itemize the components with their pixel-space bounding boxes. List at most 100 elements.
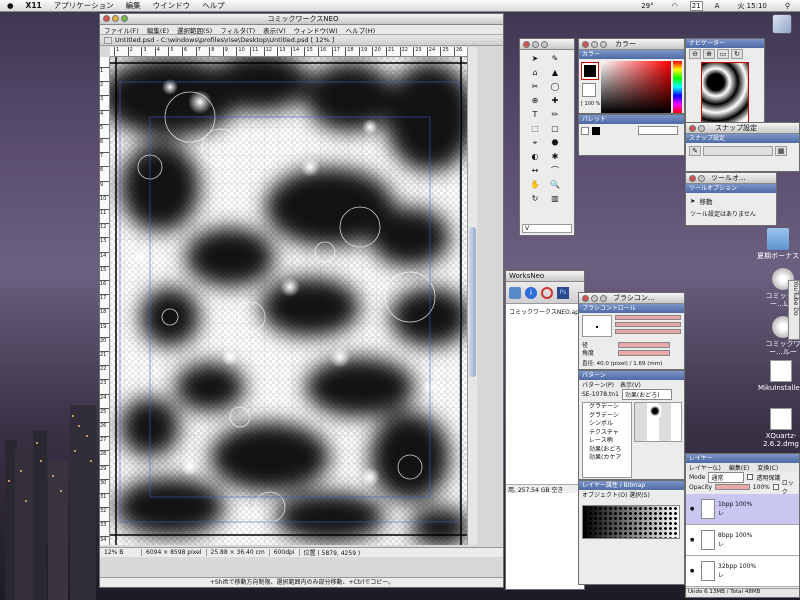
fit-icon[interactable]: ▭ (717, 48, 729, 59)
objects-header[interactable]: レイヤー属性 / Bitmap (579, 481, 684, 490)
pattern-list-item[interactable]: レース柄 (589, 437, 631, 446)
tool-button-icon[interactable]: ↔ (528, 165, 542, 176)
tool-button-icon[interactable]: ⊕ (528, 95, 542, 106)
desktop-file-mikuinstaller[interactable]: MikuInstaller-...dmg (758, 360, 800, 392)
close-button[interactable] (582, 294, 589, 302)
layer-row[interactable]: ● 8bpp 100% レ (686, 525, 799, 556)
background-color-swatch[interactable] (582, 83, 596, 97)
brush-slider-1[interactable] (615, 315, 681, 320)
ps-icon[interactable]: Ps (557, 286, 569, 299)
document-titlebar[interactable]: Untitled.psd - C:\windows\profiles\rise\… (100, 35, 503, 46)
tool-button-icon[interactable]: ✂ (528, 81, 542, 92)
brush-titlebar[interactable]: ブラシコン... (579, 293, 684, 304)
artwork-canvas[interactable] (110, 57, 467, 545)
tool-button-icon[interactable]: ✚ (548, 95, 562, 106)
tool-button-icon[interactable]: ✋ (528, 179, 542, 190)
vertical-scrollbar[interactable] (467, 47, 477, 545)
brush-slider-3[interactable] (615, 329, 681, 334)
angle-slider[interactable] (618, 349, 671, 356)
pattern-list-item[interactable]: シンボル (589, 420, 631, 429)
rotate-icon[interactable]: ↻ (731, 48, 743, 59)
pattern-list-item[interactable]: グラデーシ (589, 412, 631, 421)
navigator-header[interactable]: ナビゲーター (686, 39, 764, 48)
menu-view[interactable]: 表示(V) (259, 25, 290, 35)
menu-window[interactable]: ウィンドウ(W) (290, 25, 342, 35)
layer-mode-select[interactable]: 通常 (708, 471, 745, 483)
input-method[interactable]: A (709, 2, 726, 10)
layer-visibility-icon[interactable]: ● (690, 537, 698, 543)
menu-edit[interactable]: 編集(E) (143, 25, 173, 35)
pattern-list-item[interactable]: テクスチャ (589, 429, 631, 438)
layer-visibility-icon[interactable]: ● (690, 568, 698, 574)
finder-file-item[interactable]: コミックワークスNEO.app (506, 304, 584, 319)
tool-button-icon[interactable]: ✎ (548, 53, 562, 64)
menu-item-edit[interactable]: 編集 (120, 0, 147, 11)
tool-button-icon[interactable]: ⌂ (528, 67, 542, 78)
layer-visibility-icon[interactable]: ● (690, 506, 698, 512)
pattern-header[interactable]: パターン (579, 371, 684, 380)
tool-button-icon[interactable]: ⬚ (528, 123, 542, 134)
wifi-icon[interactable]: ◠ (666, 2, 684, 10)
navigator-preview[interactable] (701, 62, 749, 128)
close-button[interactable] (523, 40, 530, 48)
folder-icon[interactable] (509, 286, 521, 299)
tool-button-icon[interactable]: ⌒ (548, 165, 562, 176)
calendar-badge[interactable]: 21 (689, 1, 703, 11)
tools-titlebar[interactable] (520, 39, 574, 50)
vertical-scroll-thumb[interactable] (469, 227, 476, 377)
side-window-edge[interactable]: YouTube Do (788, 280, 800, 340)
canvas-area[interactable] (110, 57, 467, 545)
layer-header[interactable]: レイヤー (686, 454, 799, 463)
menu-help[interactable]: ヘルプ(H) (342, 25, 379, 35)
tool-button-icon[interactable]: ✏ (548, 109, 562, 120)
pattern-menu-pattern[interactable]: パターン(P) (582, 380, 614, 389)
menu-select[interactable]: 選択範囲(S) (173, 25, 216, 35)
layer-row[interactable]: ● 32bpp 100% レ (686, 556, 799, 587)
clock[interactable]: 火 15:10 (731, 1, 772, 11)
palette-select[interactable] (638, 126, 678, 135)
menu-item-applications[interactable]: アプリケーション (48, 0, 120, 11)
hue-slider[interactable] (673, 61, 682, 113)
close-button[interactable] (582, 40, 589, 48)
snap-grid-icon[interactable]: ▦ (775, 146, 787, 156)
apple-menu-icon[interactable]: ● (0, 1, 20, 10)
spotlight-icon[interactable]: ⚲ (779, 2, 796, 10)
lock-checkbox[interactable] (772, 484, 779, 490)
tool-button-icon[interactable]: ◐ (528, 151, 542, 162)
app-menu[interactable]: X11 (20, 1, 48, 10)
pattern-list-item[interactable]: 効果(おどろ (589, 446, 631, 455)
minimize-button[interactable] (112, 14, 119, 22)
tool-button-icon[interactable]: ⬣ (548, 137, 562, 148)
foreground-color-swatch[interactable] (581, 62, 599, 80)
close-button[interactable] (103, 14, 110, 22)
zoom-out-icon[interactable]: ⊖ (689, 48, 701, 59)
color-titlebar[interactable]: カラー (579, 39, 684, 50)
tool-button-icon[interactable]: ▲ (548, 67, 562, 78)
tool-button-icon[interactable]: ↻ (528, 193, 542, 204)
pattern-list-item[interactable]: グラデーシ (589, 403, 631, 412)
menu-item-help[interactable]: ヘルプ (196, 0, 231, 11)
palette-swatch-white[interactable] (581, 126, 589, 135)
diameter-slider[interactable] (618, 341, 671, 348)
layer-row[interactable]: ● 1bpp 100% レ (686, 494, 799, 525)
tool-button-icon[interactable]: ➤ (528, 53, 542, 64)
desktop-folder-bonus[interactable]: 夏期ボーナス (755, 228, 800, 260)
transparent-protect-checkbox[interactable] (747, 474, 754, 480)
tool-button-icon[interactable]: ◯ (548, 81, 562, 92)
pattern-dropdown[interactable]: 効果(おどろ) (621, 388, 672, 400)
finder-titlebar[interactable]: WorksNeo (506, 271, 584, 282)
tool-button-icon[interactable]: ▢ (548, 123, 562, 134)
color-picker-square[interactable] (601, 61, 671, 113)
weather-temp[interactable]: 29° (635, 2, 659, 10)
brush-slider-2[interactable] (615, 322, 681, 327)
pattern-thumbnails[interactable] (634, 402, 682, 442)
zoom-in-icon[interactable]: ⊕ (703, 48, 715, 59)
close-button[interactable] (689, 174, 696, 182)
close-button[interactable] (689, 124, 696, 132)
tool-button-icon[interactable]: ⌖ (528, 137, 542, 148)
menu-item-window[interactable]: ウインドウ (147, 0, 197, 11)
menu-filter[interactable]: フィルタ(T) (216, 25, 259, 35)
desktop-file-xquartz[interactable]: XQuartz-2.6.2.dmg (758, 408, 800, 448)
pattern-thumb[interactable] (649, 405, 661, 417)
tool-button-icon[interactable]: 🔍 (548, 179, 562, 190)
